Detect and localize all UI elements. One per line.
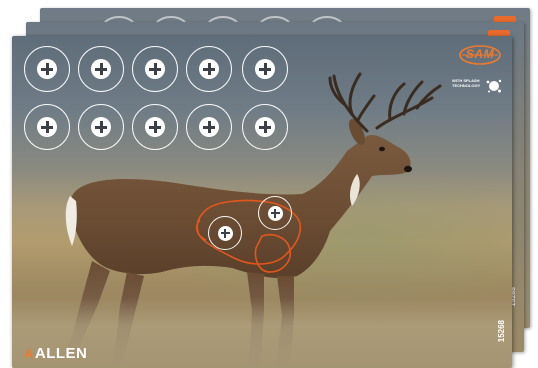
allen-logo-icon: A: [24, 346, 34, 361]
practice-target[interactable]: [242, 46, 288, 92]
crosshair-icon: [267, 205, 283, 221]
splatter-text: WITH SPLASH TECHNOLOGY: [452, 78, 481, 88]
practice-target[interactable]: [24, 46, 70, 92]
practice-target[interactable]: [242, 104, 288, 150]
crosshair-icon: [217, 225, 233, 241]
crosshair-icon: [91, 117, 111, 137]
splatter-icon: [486, 79, 502, 93]
practice-target[interactable]: [78, 46, 124, 92]
crosshair-icon: [199, 117, 219, 137]
practice-target[interactable]: [132, 104, 178, 150]
crosshair-icon: [37, 117, 57, 137]
vital-target[interactable]: [208, 216, 242, 250]
practice-target[interactable]: [186, 46, 232, 92]
crosshair-icon: [255, 117, 275, 137]
sam-logo-text: SAM: [465, 47, 495, 61]
vital-target[interactable]: [258, 196, 292, 230]
splatter-technology-badge: WITH SPLASH TECHNOLOGY: [452, 76, 502, 100]
practice-target[interactable]: [132, 46, 178, 92]
crosshair-icon: [199, 59, 219, 79]
allen-brand-text: ALLEN: [34, 345, 88, 362]
sam-logo: SAM: [458, 44, 502, 66]
crosshair-icon: [145, 59, 165, 79]
deer-eye: [379, 146, 385, 152]
deer-nose: [404, 165, 412, 173]
crosshair-icon: [37, 59, 57, 79]
practice-target-grid: [24, 46, 294, 166]
deer-antlers: [328, 72, 442, 133]
crosshair-icon: [255, 59, 275, 79]
deer-tail: [65, 196, 77, 246]
deer-target-sheet: SAM WITH SPLASH TECHNOLOGY A ALLEN 15268: [12, 36, 512, 368]
product-code: 15268: [497, 319, 506, 342]
practice-target[interactable]: [186, 104, 232, 150]
crosshair-icon: [91, 59, 111, 79]
practice-target[interactable]: [78, 104, 124, 150]
allen-brand: A ALLEN: [24, 345, 87, 362]
crosshair-icon: [145, 117, 165, 137]
practice-target[interactable]: [24, 104, 70, 150]
